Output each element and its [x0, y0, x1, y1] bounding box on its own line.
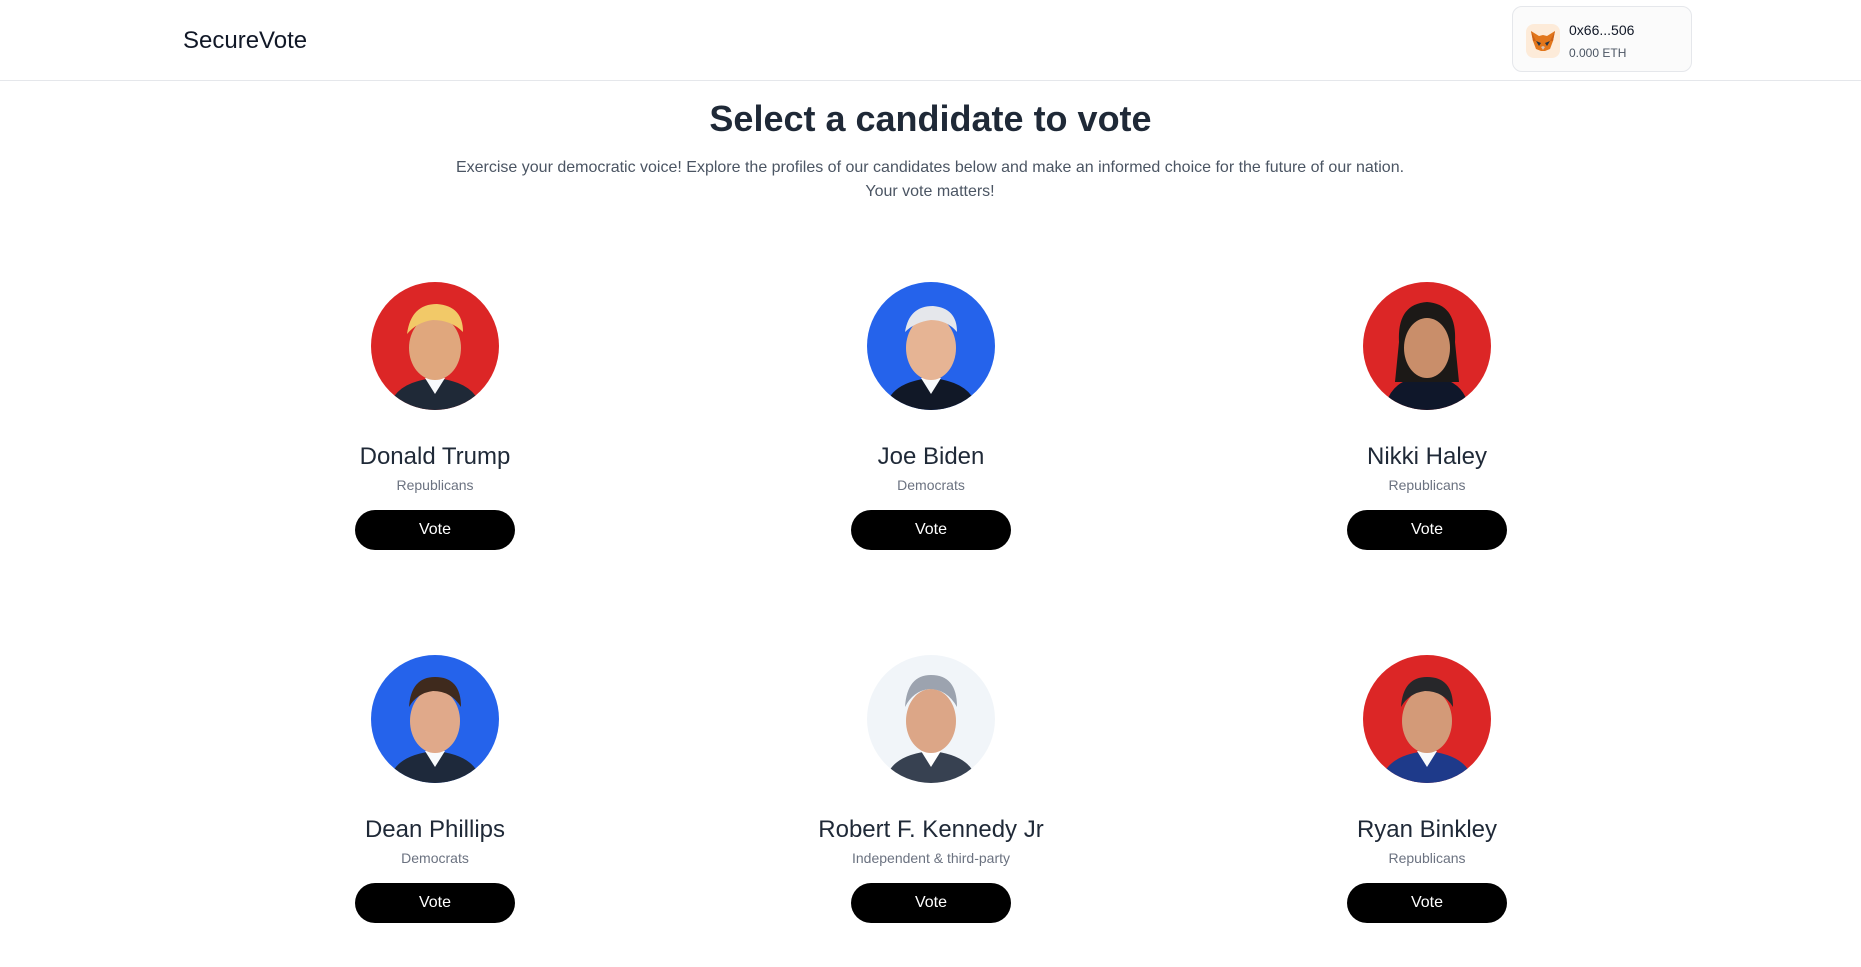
- page-title: Select a candidate to vote: [709, 98, 1152, 139]
- metamask-fox-icon: [1526, 24, 1560, 58]
- candidate-avatar: [1363, 282, 1491, 410]
- candidate-avatar: [371, 282, 499, 410]
- wallet-balance: 0.000 ETH: [1569, 46, 1627, 60]
- subtitle-line-2: Your vote matters!: [865, 183, 995, 200]
- subtitle-line-1: Exercise your democratic voice! Explore …: [455, 159, 1405, 176]
- candidate-name: Donald Trump: [359, 443, 511, 470]
- candidate-card: Robert F. Kennedy Jr Independent & third…: [771, 655, 1091, 955]
- candidate-party: Democrats: [401, 850, 469, 866]
- candidate-party: Democrats: [897, 477, 965, 493]
- candidate-avatar: [867, 282, 995, 410]
- candidate-avatar: [867, 655, 995, 783]
- page-subtitle: Exercise your democratic voice! Explore …: [430, 156, 1430, 204]
- candidate-card: Dean Phillips Democrats Vote: [275, 655, 595, 955]
- candidate-party: Republicans: [1388, 477, 1466, 493]
- candidate-avatar: [1363, 655, 1491, 783]
- candidate-party: Republicans: [396, 477, 474, 493]
- candidate-party: Republicans: [1388, 850, 1466, 866]
- candidate-name: Joe Biden: [877, 443, 985, 470]
- vote-button[interactable]: Vote: [355, 883, 515, 923]
- candidate-name: Nikki Haley: [1366, 443, 1488, 470]
- candidate-name: Ryan Binkley: [1356, 816, 1498, 843]
- candidate-party: Independent & third-party: [852, 850, 1010, 866]
- brand-logo-text[interactable]: SecureVote: [183, 27, 307, 55]
- candidate-card: Nikki Haley Republicans Vote: [1267, 282, 1587, 582]
- wallet-account-button[interactable]: 0x66...506 0.000 ETH: [1512, 6, 1692, 72]
- candidate-avatar: [371, 655, 499, 783]
- candidate-card: Ryan Binkley Republicans Vote: [1267, 655, 1587, 955]
- vote-button[interactable]: Vote: [851, 510, 1011, 550]
- top-navbar: SecureVote 0x66...506 0.000 ETH: [0, 0, 1861, 81]
- vote-button[interactable]: Vote: [355, 510, 515, 550]
- vote-button[interactable]: Vote: [1347, 883, 1507, 923]
- candidate-card: Donald Trump Republicans Vote: [275, 282, 595, 582]
- candidate-card: Joe Biden Democrats Vote: [771, 282, 1091, 582]
- vote-button[interactable]: Vote: [1347, 510, 1507, 550]
- candidate-name: Robert F. Kennedy Jr: [818, 816, 1044, 843]
- candidate-name: Dean Phillips: [364, 816, 506, 843]
- vote-button[interactable]: Vote: [851, 883, 1011, 923]
- wallet-address: 0x66...506: [1569, 22, 1635, 38]
